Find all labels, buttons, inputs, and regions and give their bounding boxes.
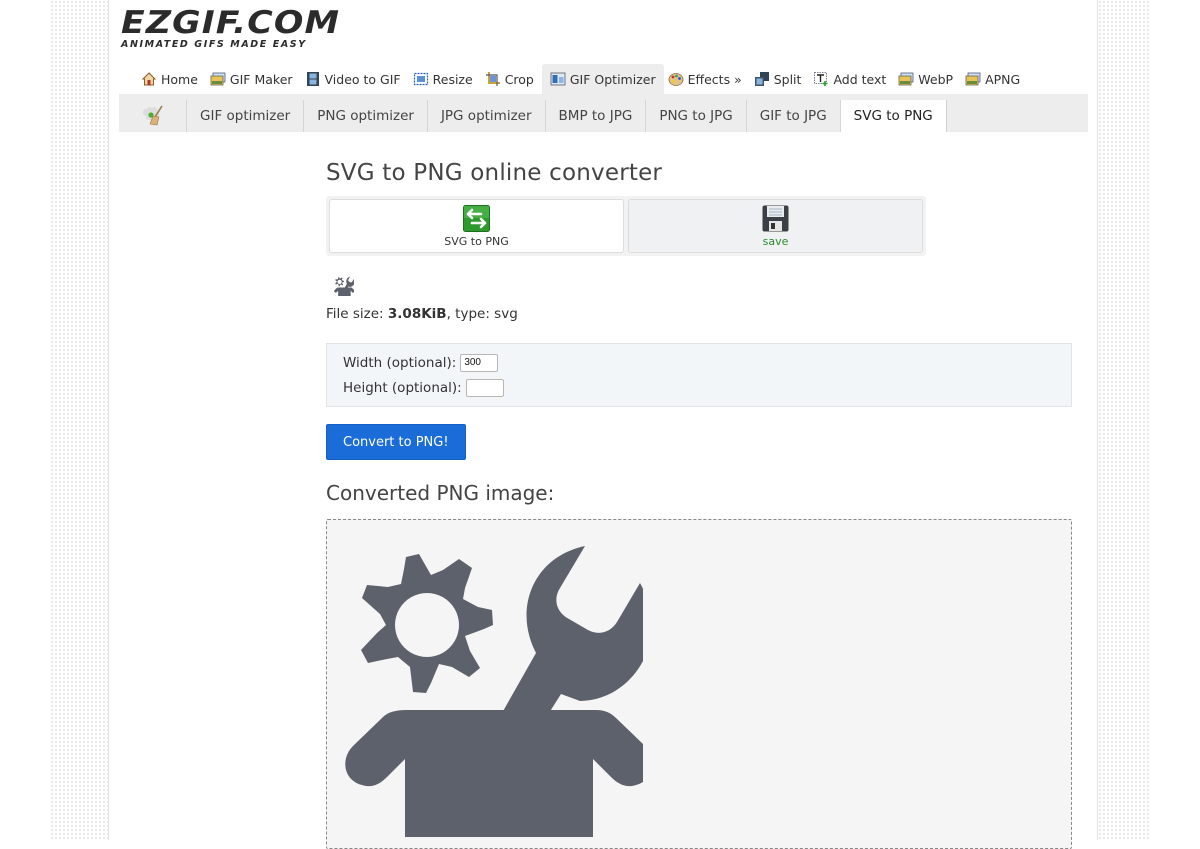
page-title: SVG to PNG online converter (326, 160, 663, 186)
nav-item-apng[interactable]: APNG (961, 64, 1028, 94)
output-image-container (326, 519, 1072, 849)
convert-button[interactable]: Convert to PNG! (326, 424, 466, 460)
main-content: SVG to PNG online converter SVG to PNG s… (326, 160, 1072, 849)
nav-label: APNG (985, 71, 1021, 87)
sub-nav: GIF optimizer PNG optimizer JPG optimize… (119, 94, 1088, 132)
convert-arrows-icon (463, 204, 490, 232)
add-text-icon (813, 71, 829, 87)
nav-label: Home (161, 71, 198, 87)
nav-item-split[interactable]: Split (750, 64, 810, 94)
save-icon (762, 205, 789, 232)
site-logo[interactable]: EZGIF.COM ANIMATED GIFS MADE EASY (121, 8, 351, 51)
width-input[interactable] (460, 353, 499, 372)
width-label: Width (optional): (343, 354, 457, 371)
crop-icon (485, 71, 501, 87)
svg-thumbnail (334, 276, 355, 296)
subnav-tab-png-optimizer[interactable]: PNG optimizer (304, 100, 428, 132)
subnav-tab-png-to-jpg[interactable]: PNG to JPG (646, 100, 747, 132)
output-heading: Converted PNG image: (326, 481, 555, 505)
nav-label: GIF Optimizer (569, 71, 656, 87)
nav-label: GIF Maker (229, 71, 293, 87)
palette-icon (668, 71, 684, 87)
converted-png-image (345, 546, 643, 837)
home-icon (141, 71, 157, 87)
nav-item-add-text[interactable]: Add text (809, 64, 894, 94)
subnav-tab-gif-to-jpg[interactable]: GIF to JPG (747, 100, 841, 132)
resize-icon (413, 71, 429, 87)
subnav-tab-gif-optimizer[interactable]: GIF optimizer (187, 100, 305, 132)
nav-item-gif-maker[interactable]: GIF Maker (206, 64, 301, 94)
nav-item-home[interactable]: Home (137, 64, 206, 94)
subnav-tab-svg-to-png[interactable]: SVG to PNG (840, 100, 947, 132)
optimizer-icon (550, 71, 566, 87)
file-type: , type: svg (446, 306, 518, 322)
file-size-value: 3.08KiB (387, 306, 447, 322)
nav-label: Crop (504, 71, 534, 87)
picture-icon (965, 71, 981, 87)
subnav-tab-jpg-optimizer[interactable]: JPG optimizer (428, 100, 546, 132)
nav-item-resize[interactable]: Resize (409, 64, 481, 94)
broom-icon (119, 100, 187, 132)
main-nav: Home GIF Maker Video to GIF Resize Crop (137, 64, 1028, 94)
height-input[interactable] (465, 378, 504, 397)
nav-item-effects[interactable]: Effects » (664, 64, 750, 94)
nav-item-crop[interactable]: Crop (481, 64, 542, 94)
film-icon (305, 71, 321, 87)
nav-label: Video to GIF (324, 71, 401, 87)
subnav-tab-bmp-to-jpg[interactable]: BMP to JPG (546, 100, 647, 132)
logo-text: EZGIF.COM (121, 5, 341, 41)
file-info: File size: 3.08KiB, type: svg (326, 306, 1072, 322)
svg-to-png-action[interactable]: SVG to PNG (329, 199, 624, 253)
action-label: save (762, 234, 789, 248)
picture-icon (210, 71, 226, 87)
nav-label: Effects » (687, 71, 742, 87)
file-actions: SVG to PNG save (326, 196, 926, 256)
save-action[interactable]: save (628, 199, 923, 253)
height-label: Height (optional): (343, 379, 462, 396)
options-panel: Width (optional): Height (optional): (326, 343, 1072, 407)
nav-item-webp[interactable]: WebP (894, 64, 961, 94)
picture-icon (898, 71, 914, 87)
split-icon (754, 71, 770, 87)
nav-item-gif-optimizer[interactable]: GIF Optimizer (541, 64, 664, 94)
nav-label: Split (773, 71, 802, 87)
page-container: EZGIF.COM ANIMATED GIFS MADE EASY Home G… (108, 0, 1098, 849)
action-label: SVG to PNG (444, 234, 509, 248)
nav-label: WebP (918, 71, 954, 87)
nav-item-video-to-gif[interactable]: Video to GIF (301, 64, 409, 94)
file-size-label: File size: (326, 306, 388, 322)
nav-label: Resize (432, 71, 473, 87)
nav-label: Add text (833, 71, 887, 87)
